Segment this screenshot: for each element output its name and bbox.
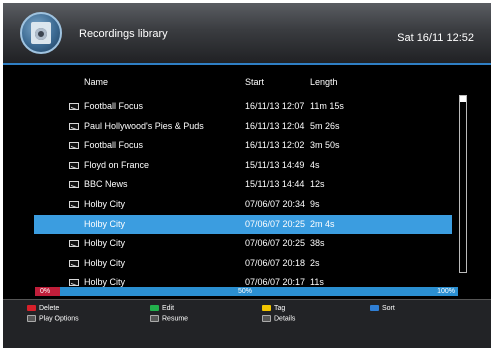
delete-key[interactable]: Delete	[27, 305, 59, 312]
recording-start: 07/06/07 20:34	[245, 199, 306, 209]
column-header-name[interactable]: Name	[84, 77, 108, 87]
recording-name: BBC News	[84, 179, 128, 190]
progress-mid-label: 50%	[238, 288, 253, 295]
recordings-screen: Recordings library Sat 16/11 12:52 Name …	[3, 3, 491, 348]
recording-start: 07/06/07 20:18	[245, 257, 306, 268]
recording-name: Holby City	[84, 238, 126, 249]
clock: Sat 16/11 12:52	[397, 32, 474, 44]
ok-button-icon	[27, 315, 36, 322]
disk-usage-bar: 0% 50% 100%	[35, 287, 458, 296]
scrollbar-thumb[interactable]	[460, 96, 466, 102]
recording-name: Holby City	[84, 257, 126, 268]
recording-row-selected[interactable]: Holby City 07/06/07 20:25 2m 4s	[34, 214, 452, 234]
envelope-icon	[69, 142, 79, 150]
play-button-icon	[150, 315, 159, 322]
envelope-icon	[69, 279, 79, 287]
sort-key[interactable]: Sort	[370, 305, 395, 312]
recording-name: Paul Hollywood's Pies & Puds	[84, 120, 204, 131]
envelope-icon	[69, 103, 79, 110]
tag-key[interactable]: Tag	[262, 305, 285, 312]
play-options-key[interactable]: Play Options	[27, 315, 79, 322]
delete-label: Delete	[39, 305, 60, 312]
button-legend: Delete Play Options Edit Resume Tag Deta…	[3, 299, 491, 348]
recording-row[interactable]: Holby City 07/06/07 20:25 38s	[34, 234, 452, 253]
recording-length: 2m 4s	[310, 218, 335, 229]
recording-name: Holby City	[84, 277, 126, 288]
envelope-icon	[69, 161, 79, 169]
tag-label: Tag	[274, 305, 286, 312]
recording-name: Football Focus	[84, 101, 144, 111]
recording-length: 5m 26s	[310, 120, 340, 131]
list-scrollbar[interactable]	[459, 95, 467, 273]
recording-row[interactable]: Floyd on France 15/11/13 14:49 4s	[34, 156, 452, 175]
recording-row[interactable]: Holby City 07/06/07 20:34 9s	[34, 195, 452, 214]
details-label: Details	[274, 315, 296, 323]
info-button-icon	[262, 315, 271, 322]
green-button-icon	[150, 305, 159, 312]
play-options-label: Play Options	[39, 315, 79, 323]
details-key[interactable]: Details	[262, 315, 295, 322]
recording-start: 07/06/07 20:25	[245, 218, 306, 229]
recording-start: 16/11/13 12:07	[245, 101, 305, 111]
recordings-film-icon	[20, 12, 62, 54]
resume-label: Resume	[162, 315, 189, 323]
envelope-icon	[69, 259, 79, 267]
resume-key[interactable]: Resume	[150, 315, 188, 322]
recording-start: 07/06/07 20:25	[245, 238, 306, 249]
recording-length: 38s	[310, 238, 325, 249]
recording-name: Football Focus	[84, 140, 144, 151]
header-bar: Recordings library Sat 16/11 12:52	[3, 3, 491, 65]
yellow-button-icon	[262, 305, 271, 312]
recording-start: 16/11/13 12:04	[245, 120, 305, 131]
edit-key[interactable]: Edit	[150, 305, 174, 312]
red-button-icon	[27, 305, 36, 312]
envelope-icon	[69, 181, 79, 189]
recording-length: 11m 15s	[310, 101, 344, 111]
recording-name: Holby City	[84, 199, 126, 209]
recording-length: 4s	[310, 159, 320, 170]
recording-start: 15/11/13 14:49	[245, 159, 305, 170]
edit-label: Edit	[162, 305, 175, 312]
recording-row[interactable]: Football Focus 16/11/13 12:02 3m 50s	[34, 136, 452, 155]
recording-row[interactable]: Football Focus 16/11/13 12:07 11m 15s	[34, 97, 452, 116]
recording-length: 3m 50s	[310, 140, 340, 151]
recording-row[interactable]: Holby City 07/06/07 20:18 2s	[34, 254, 452, 273]
page-title: Recordings library	[79, 28, 168, 40]
blue-button-icon	[370, 305, 379, 312]
recording-start: 16/11/13 12:02	[245, 140, 305, 151]
recording-start: 07/06/07 20:17	[245, 277, 306, 288]
recording-length: 2s	[310, 257, 320, 268]
column-header-length[interactable]: Length	[310, 77, 338, 87]
recording-length: 11s	[310, 277, 324, 288]
recordings-list: Name Start Length Football Focus 16/11/13…	[3, 65, 491, 287]
recording-start: 15/11/13 14:44	[245, 179, 305, 190]
column-header-start[interactable]: Start	[245, 77, 264, 87]
progress-max-label: 100%	[437, 288, 455, 295]
envelope-icon	[69, 122, 79, 130]
recording-length: 9s	[310, 199, 320, 209]
progress-min-label: 0%	[40, 288, 51, 295]
envelope-icon	[69, 201, 79, 208]
recording-row[interactable]: BBC News 15/11/13 14:44 12s	[34, 175, 452, 194]
recording-length: 12s	[310, 179, 325, 190]
recording-name: Floyd on France	[84, 159, 150, 170]
recording-name: Holby City	[84, 218, 126, 229]
envelope-icon	[69, 240, 79, 248]
sort-label: Sort	[382, 305, 395, 312]
recording-row[interactable]: Paul Hollywood's Pies & Puds 16/11/13 12:…	[34, 117, 452, 136]
